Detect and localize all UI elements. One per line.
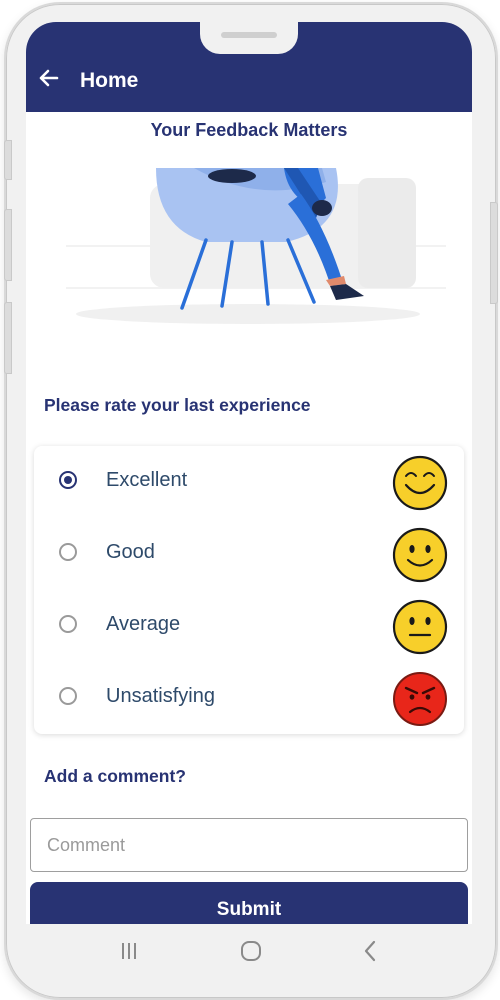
system-navigation-bar	[26, 924, 472, 976]
back-arrow-icon[interactable]	[36, 66, 60, 90]
grinning-face-icon	[392, 455, 448, 511]
smiling-face-icon	[392, 527, 448, 583]
rating-option-average[interactable]: Average	[34, 590, 464, 662]
recent-apps-icon[interactable]	[114, 936, 144, 966]
side-button	[4, 140, 12, 180]
submit-button[interactable]: Submit	[30, 882, 468, 924]
radio-average[interactable]	[59, 615, 77, 633]
neutral-face-icon	[392, 599, 448, 655]
comment-input[interactable]	[30, 818, 468, 872]
back-icon[interactable]	[356, 936, 386, 966]
rating-option-excellent[interactable]: Excellent	[34, 446, 464, 518]
radio-unsatisfying[interactable]	[59, 687, 77, 705]
volume-up-button	[4, 209, 12, 281]
app-screen: Home Your Feedback Matters Please rate y…	[26, 22, 472, 924]
power-button	[490, 202, 498, 304]
option-label: Good	[106, 541, 155, 563]
speaker-grille	[221, 32, 277, 38]
rating-option-good[interactable]: Good	[34, 518, 464, 590]
radio-good[interactable]	[59, 543, 77, 561]
option-label: Excellent	[106, 469, 188, 491]
volume-down-button	[4, 302, 12, 374]
rating-option-unsatisfying[interactable]: Unsatisfying	[34, 662, 464, 734]
camera-notch	[200, 22, 298, 54]
angry-face-icon	[393, 672, 447, 726]
radio-excellent[interactable]	[59, 471, 77, 489]
rating-prompt: Please rate your last experience	[44, 395, 311, 415]
option-label: Unsatisfying	[106, 685, 215, 707]
page-title: Home	[80, 69, 139, 92]
feedback-heading: Your Feedback Matters	[150, 120, 348, 140]
hero-illustration	[26, 168, 472, 376]
option-label: Average	[106, 613, 181, 635]
rating-card: Excellent Good Average Unsatisfying	[34, 446, 464, 734]
home-icon[interactable]	[236, 936, 266, 966]
comment-heading: Add a comment?	[44, 766, 186, 786]
